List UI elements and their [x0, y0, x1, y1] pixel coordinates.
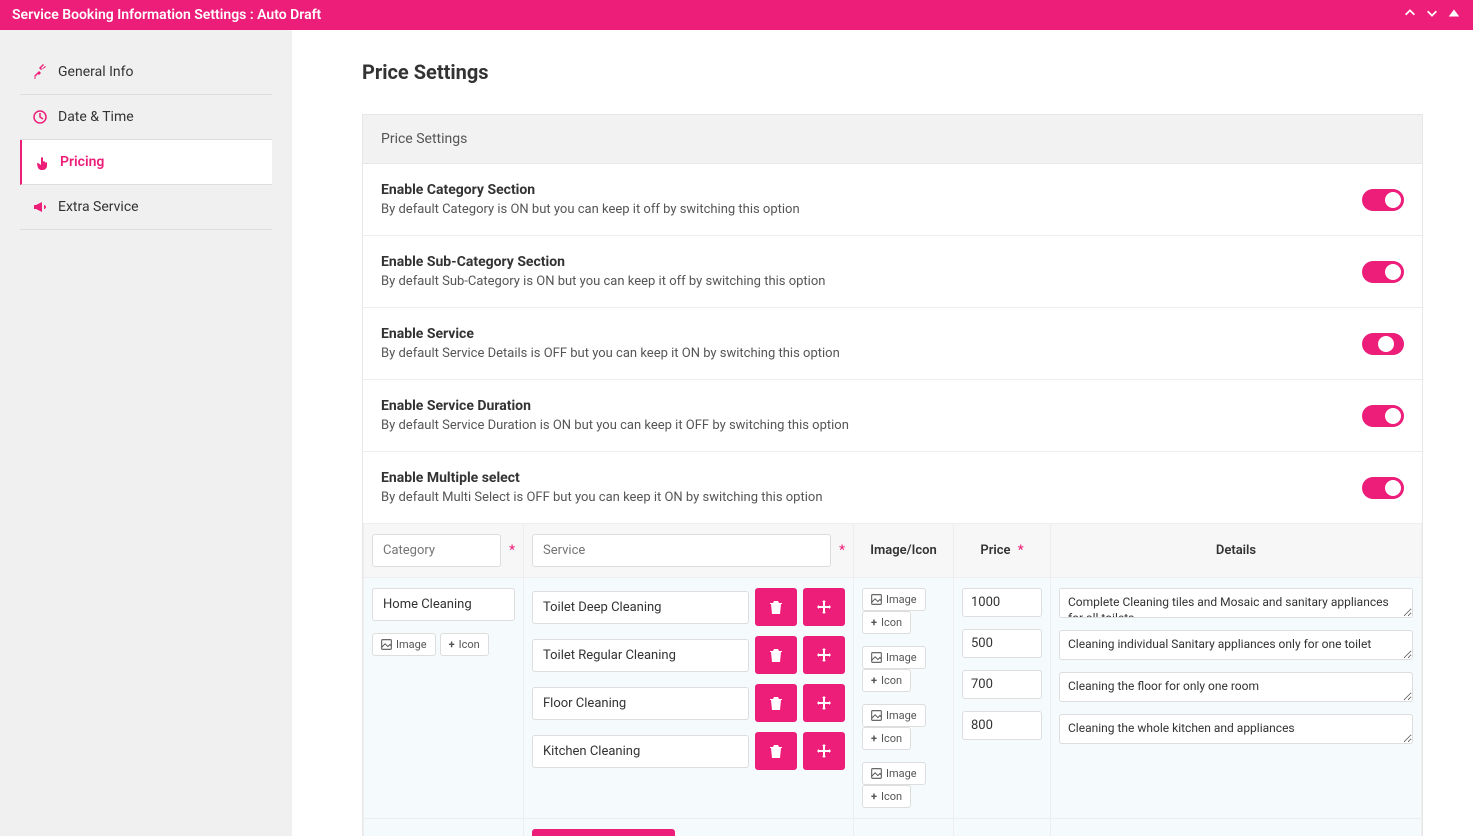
toggle-row: Enable Multiple select By default Multi S… — [363, 452, 1422, 523]
main-content: Price Settings Price Settings Enable Cat… — [292, 30, 1473, 836]
delete-service-button[interactable] — [755, 684, 797, 722]
category-icon-chip[interactable]: + Icon — [440, 633, 489, 656]
sidebar-item-label: Pricing — [60, 154, 104, 170]
toggle-switch[interactable] — [1362, 405, 1404, 427]
toggle-row: Enable Sub-Category Section By default Su… — [363, 236, 1422, 308]
toggle-title: Enable Sub-Category Section — [381, 254, 825, 270]
service-icon-chip[interactable]: + Icon — [862, 611, 911, 634]
toggle-row: Enable Service Duration By default Servic… — [363, 380, 1422, 452]
window-header: Service Booking Information Settings : A… — [0, 0, 1473, 30]
sidebar-item-date-time[interactable]: Date & Time — [20, 95, 272, 140]
toggle-switch[interactable] — [1362, 261, 1404, 283]
bullhorn-icon — [32, 199, 48, 215]
window-title: Service Booking Information Settings : A… — [12, 7, 321, 23]
toggle-title: Enable Category Section — [381, 182, 800, 198]
service-price-input[interactable] — [962, 670, 1042, 699]
add-new-service-button[interactable]: Add New Service — [532, 829, 675, 836]
service-name-input[interactable] — [532, 687, 749, 720]
hand-icon — [34, 154, 50, 170]
service-price-input[interactable] — [962, 711, 1042, 740]
clock-icon — [32, 109, 48, 125]
service-name-input[interactable] — [532, 591, 749, 624]
sidebar-item-extra-service[interactable]: Extra Service — [20, 185, 272, 230]
sidebar-item-label: Date & Time — [58, 109, 134, 125]
col-details: Details — [1051, 524, 1422, 578]
required-asterisk: * — [839, 543, 845, 558]
service-details-textarea[interactable] — [1059, 630, 1413, 660]
delete-service-button[interactable] — [755, 732, 797, 770]
toggle-desc: By default Sub-Category is ON but you ca… — [381, 274, 825, 289]
chevron-down-icon[interactable] — [1425, 6, 1439, 24]
service-icon-chip[interactable]: + Icon — [862, 669, 911, 692]
pricing-table: * * Image/Icon Price * Details — [363, 523, 1422, 836]
page-title: Price Settings — [362, 60, 1423, 84]
service-icon-chip[interactable]: + Icon — [862, 785, 911, 808]
delete-service-button[interactable] — [755, 636, 797, 674]
toggle-switch[interactable] — [1362, 189, 1404, 211]
sidebar-item-label: Extra Service — [58, 199, 139, 215]
category-input[interactable] — [372, 588, 515, 621]
toggle-title: Enable Multiple select — [381, 470, 823, 486]
service-image-chip[interactable]: Image — [862, 588, 926, 611]
category-header-input[interactable] — [372, 534, 501, 567]
service-image-chip[interactable]: Image — [862, 762, 926, 785]
toggle-desc: By default Multi Select is OFF but you c… — [381, 490, 823, 505]
service-details-textarea[interactable] — [1059, 588, 1413, 618]
caret-up-icon[interactable] — [1447, 6, 1461, 24]
service-icon-chip[interactable]: + Icon — [862, 727, 911, 750]
toggle-title: Enable Service — [381, 326, 840, 342]
service-details-textarea[interactable] — [1059, 714, 1413, 744]
service-price-input[interactable] — [962, 629, 1042, 658]
required-asterisk: * — [509, 543, 515, 558]
toggle-title: Enable Service Duration — [381, 398, 849, 414]
col-price: Price — [980, 543, 1010, 558]
toggle-desc: By default Service Details is OFF but yo… — [381, 346, 840, 361]
sidebar-item-general-info[interactable]: General Info — [20, 50, 272, 95]
col-image-icon: Image/Icon — [854, 524, 954, 578]
price-settings-panel: Price Settings Enable Category Section By… — [362, 114, 1423, 836]
service-name-input[interactable] — [532, 639, 749, 672]
toggle-switch[interactable] — [1362, 477, 1404, 499]
sidebar-item-pricing[interactable]: Pricing — [20, 140, 272, 185]
service-image-chip[interactable]: Image — [862, 646, 926, 669]
tools-icon — [32, 64, 48, 80]
service-details-textarea[interactable] — [1059, 672, 1413, 702]
move-service-button[interactable] — [803, 684, 845, 722]
required-asterisk: * — [1018, 543, 1024, 558]
toggle-desc: By default Category is ON but you can ke… — [381, 202, 800, 217]
sidebar: General Info Date & Time Pricing Extra Serv… — [0, 30, 292, 836]
service-price-input[interactable] — [962, 588, 1042, 617]
toggle-switch[interactable] — [1362, 333, 1404, 355]
move-service-button[interactable] — [803, 732, 845, 770]
service-image-chip[interactable]: Image — [862, 704, 926, 727]
window-controls — [1403, 6, 1461, 24]
move-service-button[interactable] — [803, 636, 845, 674]
service-header-input[interactable] — [532, 534, 831, 567]
category-image-chip[interactable]: Image — [372, 633, 436, 656]
sidebar-item-label: General Info — [58, 64, 133, 80]
toggle-desc: By default Service Duration is ON but yo… — [381, 418, 849, 433]
move-service-button[interactable] — [803, 588, 845, 626]
toggle-row: Enable Category Section By default Catego… — [363, 164, 1422, 236]
chevron-up-icon[interactable] — [1403, 6, 1417, 24]
delete-service-button[interactable] — [755, 588, 797, 626]
service-name-input[interactable] — [532, 735, 749, 768]
panel-title: Price Settings — [363, 115, 1422, 164]
toggle-row: Enable Service By default Service Details… — [363, 308, 1422, 380]
